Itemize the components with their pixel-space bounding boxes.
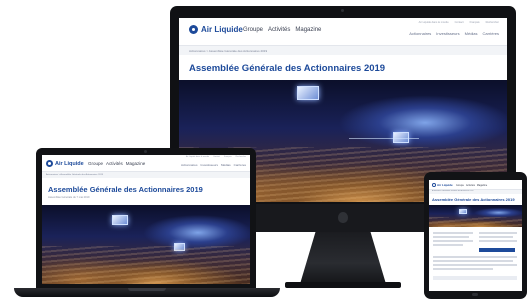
desktop-logo[interactable]: Air Liquide <box>189 25 243 34</box>
tablet-primary-menu: Groupe Activités Magazine <box>456 184 487 187</box>
laptop-hero-image <box>42 205 250 284</box>
laptop-secondary-menu: Actionnaires Investisseurs Médias Carriè… <box>181 163 246 167</box>
menu-item-magazine[interactable]: Magazine <box>126 161 146 166</box>
monitor-stand-base <box>285 282 401 288</box>
menu-item-magazine[interactable]: Magazine <box>477 184 487 187</box>
air-liquide-logo-icon <box>46 160 53 167</box>
air-liquide-logo-icon <box>189 25 198 34</box>
utility-search[interactable]: Rechercher <box>486 21 499 24</box>
logo-text: Air Liquide <box>55 160 84 167</box>
laptop-breadcrumb[interactable]: Actionnaires > Assemblée Générale des Ac… <box>42 172 250 178</box>
menu-item-medias[interactable]: Médias <box>221 163 231 167</box>
menu-item-activites[interactable]: Activités <box>466 184 475 187</box>
tablet-header: Air Liquide Groupe Activités Magazine <box>429 180 522 190</box>
menu-item-medias[interactable]: Médias <box>465 31 478 36</box>
laptop-utility-bar: Air Liquide dans le monde Contact França… <box>186 156 246 158</box>
desktop-page-title: Assemblée Générale des Actionnaires 2019 <box>189 63 386 74</box>
tablet-home-button[interactable] <box>472 293 478 296</box>
logo-text: Air Liquide <box>437 183 453 187</box>
stage-truss <box>349 138 419 139</box>
utility-world[interactable]: Air Liquide dans le monde <box>186 156 209 158</box>
stage-screen-left <box>297 86 319 100</box>
webcam <box>341 9 344 12</box>
laptop-logo[interactable]: Air Liquide <box>46 160 84 167</box>
monitor-stand <box>300 232 386 284</box>
menu-item-actionnaires[interactable]: Actionnaires <box>181 163 198 167</box>
menu-item-activites[interactable]: Activités <box>106 161 123 166</box>
desktop-utility-bar: Air Liquide dans le monde Contact França… <box>419 21 499 24</box>
tablet-footer-bar <box>433 276 517 280</box>
menu-item-magazine[interactable]: Magazine <box>295 27 321 33</box>
audience-seating <box>42 246 250 284</box>
utility-language[interactable]: Français <box>224 156 232 158</box>
apple-logo-icon <box>338 212 348 223</box>
menu-item-carrieres[interactable]: Carrières <box>234 163 246 167</box>
desktop-header: Air Liquide Groupe Activités Magazine Ai… <box>179 18 507 46</box>
stage-screen <box>459 209 467 214</box>
tablet-logo[interactable]: Air Liquide <box>432 183 453 187</box>
laptop-opening-notch <box>128 288 166 291</box>
menu-item-activites[interactable]: Activités <box>268 27 290 33</box>
utility-language[interactable]: Français <box>470 21 480 24</box>
audience-seating <box>429 217 522 227</box>
laptop-website: Air Liquide Groupe Activités Magazine Ai… <box>42 155 250 284</box>
menu-item-groupe[interactable]: Groupe <box>88 161 103 166</box>
desktop-secondary-menu: Actionnaires Investisseurs Médias Carriè… <box>409 31 499 36</box>
desktop-primary-menu: Groupe Activités Magazine <box>243 27 321 33</box>
menu-item-investisseurs[interactable]: Investisseurs <box>200 163 218 167</box>
laptop-page-title: Assemblée Générale des Actionnaires 2019 <box>48 185 203 194</box>
stage-screen-left <box>112 215 128 225</box>
tablet-cta-button[interactable] <box>479 248 515 252</box>
utility-world[interactable]: Air Liquide dans le monde <box>419 21 449 24</box>
tablet: Air Liquide Groupe Activités Magazine Ac… <box>424 172 527 299</box>
menu-item-groupe[interactable]: Groupe <box>243 27 263 33</box>
logo-text: Air Liquide <box>201 25 243 34</box>
desktop-breadcrumb[interactable]: Actionnaires > Assemblée Générale des Ac… <box>179 46 507 55</box>
laptop-webcam <box>144 150 147 153</box>
utility-contact[interactable]: Contact <box>455 21 464 24</box>
laptop: Air Liquide Groupe Activités Magazine Ai… <box>36 148 256 288</box>
menu-item-carrieres[interactable]: Carrières <box>483 31 499 36</box>
tablet-page-title: Assemblée Générale des Actionnaires 2019 <box>432 197 515 202</box>
menu-item-actionnaires[interactable]: Actionnaires <box>409 31 431 36</box>
air-liquide-logo-icon <box>432 183 436 187</box>
utility-search[interactable]: Rechercher <box>236 156 246 158</box>
menu-item-investisseurs[interactable]: Investisseurs <box>436 31 459 36</box>
tablet-hero-image <box>429 205 522 227</box>
tablet-website: Air Liquide Groupe Activités Magazine Ac… <box>429 180 522 291</box>
laptop-primary-menu: Groupe Activités Magazine <box>88 161 145 166</box>
utility-contact[interactable]: Contact <box>213 156 220 158</box>
menu-item-groupe[interactable]: Groupe <box>456 184 464 187</box>
laptop-page-subtitle: Assemblée Générale du 7 mai 2019 <box>48 196 90 199</box>
tablet-breadcrumb[interactable]: Actionnaires > Assemblée Générale des Ac… <box>429 190 522 194</box>
laptop-header: Air Liquide Groupe Activités Magazine Ai… <box>42 155 250 172</box>
